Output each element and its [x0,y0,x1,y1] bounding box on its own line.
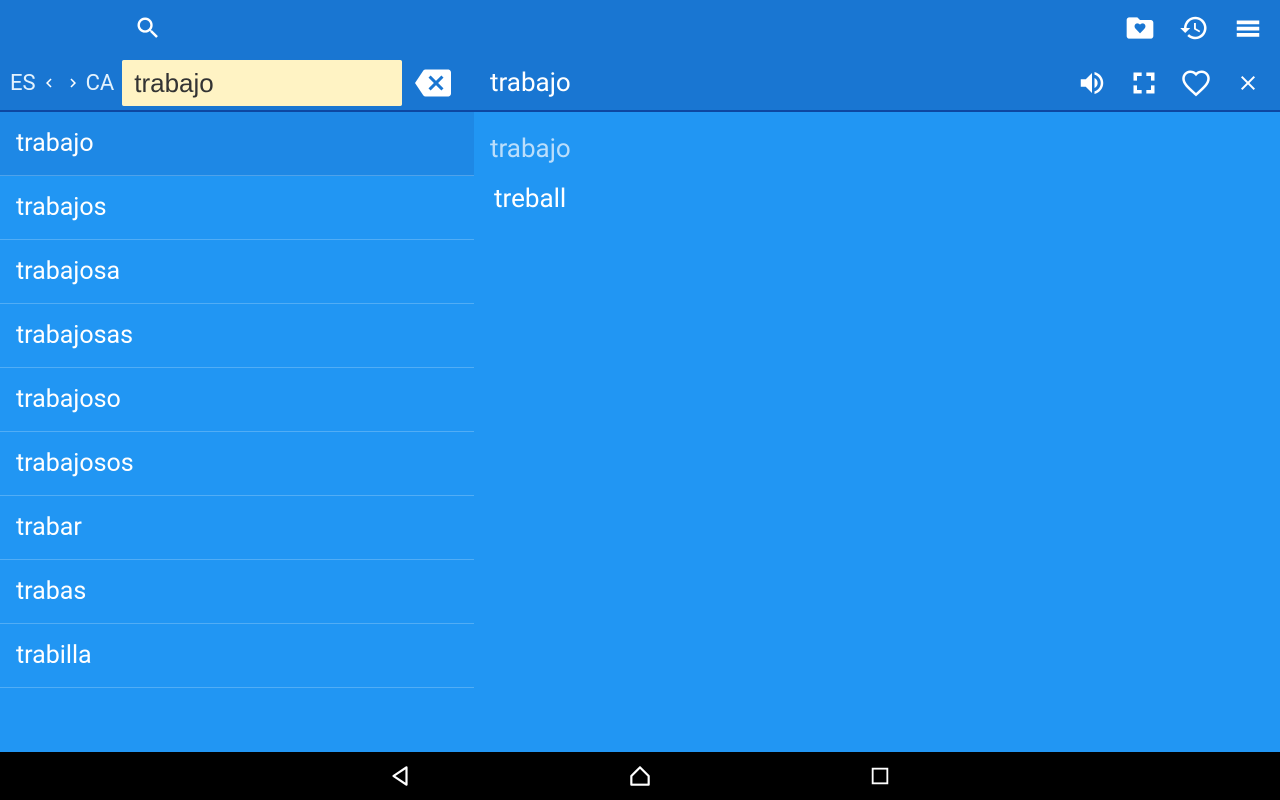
suggestion-text: trabas [16,577,86,606]
menu-icon[interactable] [1228,8,1268,48]
suggestion-text: trabajosas [16,321,133,350]
suggestion-item[interactable]: trabajosa [0,240,474,304]
suggestion-item[interactable]: trabajo [0,112,474,176]
translation-item[interactable]: treball [490,180,1264,218]
favorite-icon[interactable] [1176,63,1216,103]
clear-search-button[interactable] [410,60,456,106]
fullscreen-icon[interactable] [1124,63,1164,103]
suggestion-item[interactable]: trabar [0,496,474,560]
suggestion-item[interactable]: trabajoso [0,368,474,432]
lang-from-label: ES [10,71,36,96]
suggestion-text: trabajosa [16,257,120,286]
lang-to-label: CA [86,71,115,96]
close-icon[interactable] [1228,63,1268,103]
suggestion-text: trabajo [16,129,94,158]
definition-headword: trabajo [490,134,1264,164]
nav-back-icon[interactable] [380,756,420,796]
main-content: trabajo trabajos trabajosa trabajosas tr… [0,112,1280,752]
chevron-right-icon[interactable] [62,69,84,97]
suggestion-item[interactable]: trabilla [0,624,474,688]
suggestion-text: trabilla [16,641,92,670]
suggestion-text: trabajosos [16,449,134,478]
top-toolbar [0,0,1280,56]
result-header: trabajo [474,63,1280,103]
android-nav-bar [0,752,1280,800]
suggestion-item[interactable]: trabajosos [0,432,474,496]
top-toolbar-right [474,8,1280,48]
top-toolbar-left [0,8,474,48]
result-title: trabajo [490,68,1072,98]
suggestion-text: trabajos [16,193,107,222]
nav-recent-icon[interactable] [860,756,900,796]
search-bar: ES CA trabajo [0,56,1280,112]
nav-home-icon[interactable] [620,756,660,796]
chevron-left-icon[interactable] [38,69,60,97]
favorites-folder-icon[interactable] [1120,8,1160,48]
speak-icon[interactable] [1072,63,1112,103]
definition-panel: trabajo treball [474,112,1280,752]
result-actions [1072,63,1268,103]
suggestion-text: trabar [16,513,82,542]
suggestions-panel: trabajo trabajos trabajosa trabajosas tr… [0,112,474,752]
search-bar-left: ES CA [0,60,474,106]
suggestion-item[interactable]: trabajosas [0,304,474,368]
suggestion-text: trabajoso [16,385,121,414]
search-icon[interactable] [128,8,168,48]
suggestion-item[interactable]: trabajos [0,176,474,240]
suggestion-item[interactable]: trabas [0,560,474,624]
search-input[interactable] [122,60,402,106]
history-icon[interactable] [1174,8,1214,48]
